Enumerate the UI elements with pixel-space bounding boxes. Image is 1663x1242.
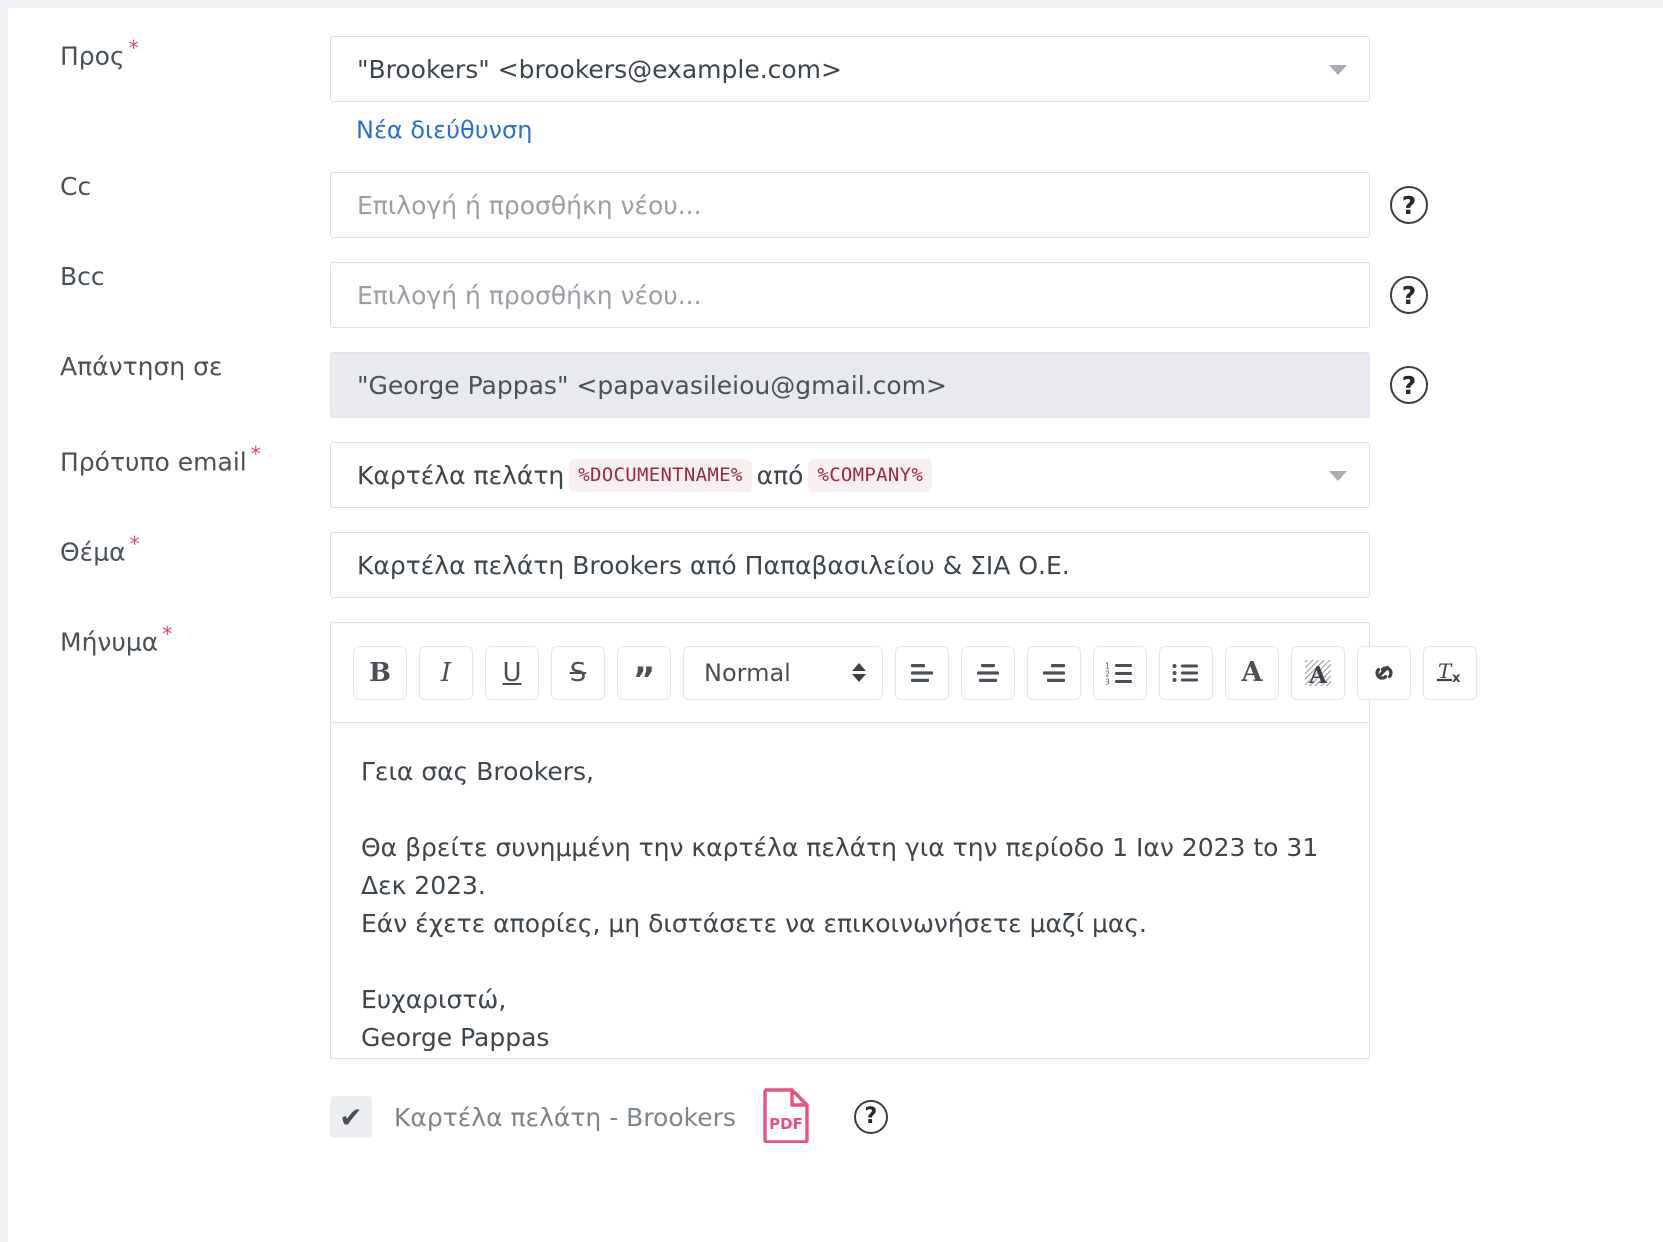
field-row-reply-to: Απάντηση σε "George Pappas" <papavasilei…	[8, 352, 1663, 418]
label-reply-to: Απάντηση σε	[8, 352, 330, 382]
text-color-glyph: A	[1241, 657, 1263, 688]
help-icon-attachment[interactable]: ?	[853, 1100, 888, 1134]
label-to-text: Προς	[60, 41, 125, 71]
label-cc: Cc	[8, 172, 330, 202]
bcc-input[interactable]: Επιλογή ή προσθήκη νέου...	[330, 262, 1370, 328]
field-row-subject: Θέμα * Καρτέλα πελάτη Brookers από Παπαβα…	[8, 532, 1663, 598]
cc-input-placeholder: Επιλογή ή προσθήκη νέου...	[357, 190, 702, 220]
attachment-row: ✔ Καρτέλα πελάτη - Brookers PDF ?	[330, 1087, 1663, 1147]
required-asterisk-message: *	[162, 622, 173, 646]
subject-input-value: Καρτέλα πελάτη Brookers από Παπαβασιλείο…	[357, 550, 1070, 580]
required-asterisk-template: *	[250, 442, 261, 466]
template-tag-company: %COMPANY%	[808, 458, 933, 492]
strikethrough-icon[interactable]: S	[551, 645, 605, 700]
template-tag-documentname: %DOCUMENTNAME%	[569, 458, 752, 492]
svg-text:x: x	[1452, 671, 1461, 686]
to-input[interactable]: "Brookers" <brookers@example.com>	[330, 36, 1370, 102]
editor-toolbar: B I U S ” Normal 1 2 3 A A T x	[330, 622, 1477, 722]
field-col-cc: Επιλογή ή προσθήκη νέου... ?	[330, 172, 1428, 238]
template-text-middle: από	[756, 460, 804, 490]
bold-icon[interactable]: B	[353, 645, 407, 700]
bcc-input-placeholder: Επιλογή ή προσθήκη νέου...	[357, 280, 702, 310]
chevron-down-icon[interactable]	[1329, 65, 1347, 75]
help-icon-cc[interactable]: ?	[1390, 186, 1428, 224]
blockquote-icon[interactable]: ”	[617, 645, 671, 701]
check-icon: ✔	[339, 1100, 363, 1134]
field-row-message: Μήνυμα * B I U S ” Normal 1 2 3 A A T x …	[8, 622, 1663, 1059]
quote-glyph: ”	[632, 660, 656, 701]
pdf-icon[interactable]: PDF	[762, 1087, 810, 1147]
underline-glyph: U	[502, 657, 522, 688]
field-row-email-template: Πρότυπο email * Καρτέλα πελάτη %DOCUMENTN…	[8, 442, 1663, 508]
align-right-icon[interactable]	[1027, 645, 1081, 700]
format-select[interactable]: Normal	[683, 645, 883, 700]
attachment-name: Καρτέλα πελάτη - Brookers	[394, 1102, 736, 1132]
chevron-down-icon-template[interactable]	[1329, 471, 1347, 481]
label-message: Μήνυμα *	[8, 622, 330, 657]
help-icon-bcc[interactable]: ?	[1390, 276, 1428, 314]
required-asterisk-subject: *	[129, 532, 140, 556]
svg-text:A: A	[1308, 662, 1328, 688]
compose-email-panel: Προς * "Brookers" <brookers@example.com> …	[8, 8, 1663, 1242]
field-row-bcc: Bcc Επιλογή ή προσθήκη νέου... ?	[8, 262, 1663, 328]
label-reply-to-text: Απάντηση σε	[60, 352, 223, 381]
format-select-value: Normal	[704, 658, 791, 687]
highlight-color-icon[interactable]: A	[1291, 645, 1345, 700]
email-form: Προς * "Brookers" <brookers@example.com> …	[8, 8, 1663, 1147]
email-template-select[interactable]: Καρτέλα πελάτη %DOCUMENTNAME% από %COMPA…	[330, 442, 1370, 508]
spinner-icon	[852, 663, 866, 682]
reply-to-input-value: "George Pappas" <papavasileiou@gmail.com…	[357, 370, 947, 400]
field-col-to: "Brookers" <brookers@example.com> Νέα δι…	[330, 36, 1370, 144]
strike-glyph: S	[569, 657, 587, 688]
field-col-bcc: Επιλογή ή προσθήκη νέου... ?	[330, 262, 1428, 328]
underline-icon[interactable]: U	[485, 645, 539, 700]
label-subject: Θέμα *	[8, 532, 330, 567]
message-body[interactable]: Γεια σας Brookers, Θα βρείτε συνημμένη τ…	[330, 722, 1370, 1059]
italic-icon[interactable]: I	[419, 645, 473, 700]
help-icon-reply-to[interactable]: ?	[1390, 366, 1428, 404]
link-icon[interactable]	[1357, 645, 1411, 700]
ordered-list-icon[interactable]: 123	[1093, 645, 1147, 700]
field-col-email-template: Καρτέλα πελάτη %DOCUMENTNAME% από %COMPA…	[330, 442, 1370, 508]
label-bcc: Bcc	[8, 262, 330, 292]
label-subject-text: Θέμα	[60, 537, 126, 567]
rich-text-editor: B I U S ” Normal 1 2 3 A A T x Γεια σας …	[330, 622, 1477, 1059]
field-row-cc: Cc Επιλογή ή προσθήκη νέου... ?	[8, 172, 1663, 238]
bold-glyph: B	[369, 657, 391, 688]
subject-input[interactable]: Καρτέλα πελάτη Brookers από Παπαβασιλείο…	[330, 532, 1370, 598]
bullet-list-icon[interactable]	[1159, 645, 1213, 700]
field-col-message: B I U S ” Normal 1 2 3 A A T x Γεια σας …	[330, 622, 1477, 1059]
template-text-before: Καρτέλα πελάτη	[357, 460, 565, 490]
svg-text:PDF: PDF	[769, 1115, 803, 1133]
label-email-template-text: Πρότυπο email	[60, 447, 247, 477]
label-cc-text: Cc	[60, 172, 92, 201]
cc-input[interactable]: Επιλογή ή προσθήκη νέου...	[330, 172, 1370, 238]
align-center-icon[interactable]	[961, 645, 1015, 700]
field-col-subject: Καρτέλα πελάτη Brookers από Παπαβασιλείο…	[330, 532, 1370, 598]
label-email-template: Πρότυπο email *	[8, 442, 330, 477]
field-row-to: Προς * "Brookers" <brookers@example.com> …	[8, 36, 1663, 144]
new-address-link[interactable]: Νέα διεύθυνση	[356, 116, 1370, 144]
label-to: Προς *	[8, 36, 330, 71]
label-bcc-text: Bcc	[60, 262, 105, 291]
to-input-value: "Brookers" <brookers@example.com>	[357, 54, 842, 84]
align-left-icon[interactable]	[895, 645, 949, 700]
field-col-reply-to: "George Pappas" <papavasileiou@gmail.com…	[330, 352, 1428, 418]
clear-formatting-icon[interactable]: T x	[1423, 645, 1477, 700]
svg-text:3: 3	[1105, 677, 1110, 685]
attachment-checkbox[interactable]: ✔	[330, 1096, 372, 1138]
required-asterisk-to: *	[128, 36, 139, 60]
italic-glyph: I	[440, 657, 452, 688]
text-color-icon[interactable]: A	[1225, 645, 1279, 700]
label-message-text: Μήνυμα	[60, 627, 159, 657]
reply-to-input[interactable]: "George Pappas" <papavasileiou@gmail.com…	[330, 352, 1370, 418]
